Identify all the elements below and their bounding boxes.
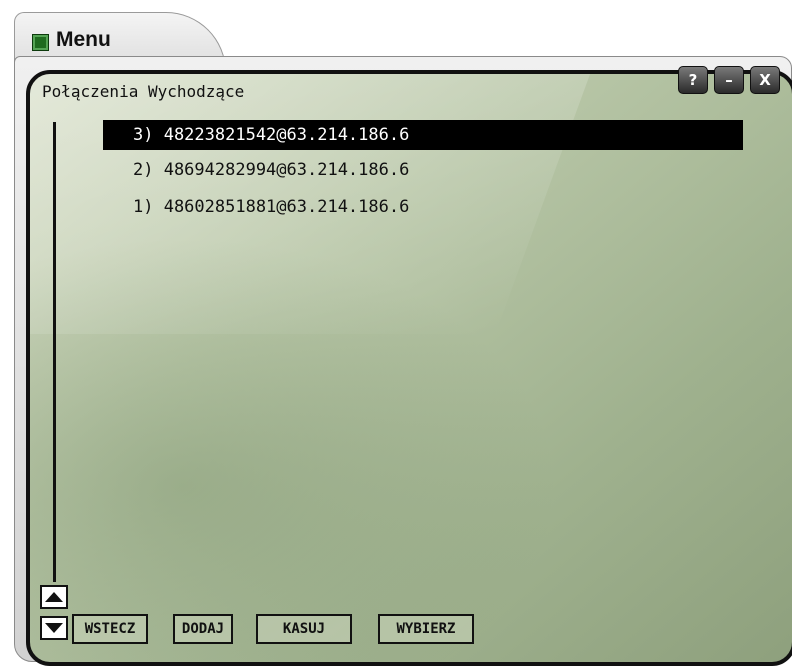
close-button[interactable]: X <box>750 66 780 94</box>
list-scroll-track <box>53 122 56 582</box>
minimize-button[interactable]: – <box>714 66 744 94</box>
scroll-up-button[interactable] <box>40 585 68 609</box>
call-list-item[interactable]: 1) 48602851881@63.214.186.6 <box>103 192 743 222</box>
delete-button[interactable]: KASUJ <box>256 614 352 644</box>
window-title: Menu <box>56 28 111 51</box>
help-button[interactable]: ? <box>678 66 708 94</box>
call-list-item[interactable]: 3) 48223821542@63.214.186.6 <box>103 120 743 150</box>
call-list-item[interactable]: 2) 48694282994@63.214.186.6 <box>103 155 743 185</box>
panel-title: Połączenia Wychodzące <box>42 82 245 101</box>
scroll-down-button[interactable] <box>40 616 68 640</box>
menu-app-icon <box>32 34 49 51</box>
arrow-up-icon <box>45 592 63 602</box>
back-button[interactable]: WSTECZ <box>72 614 148 644</box>
arrow-down-icon <box>45 623 63 633</box>
add-button[interactable]: DODAJ <box>173 614 233 644</box>
select-button[interactable]: WYBIERZ <box>378 614 474 644</box>
